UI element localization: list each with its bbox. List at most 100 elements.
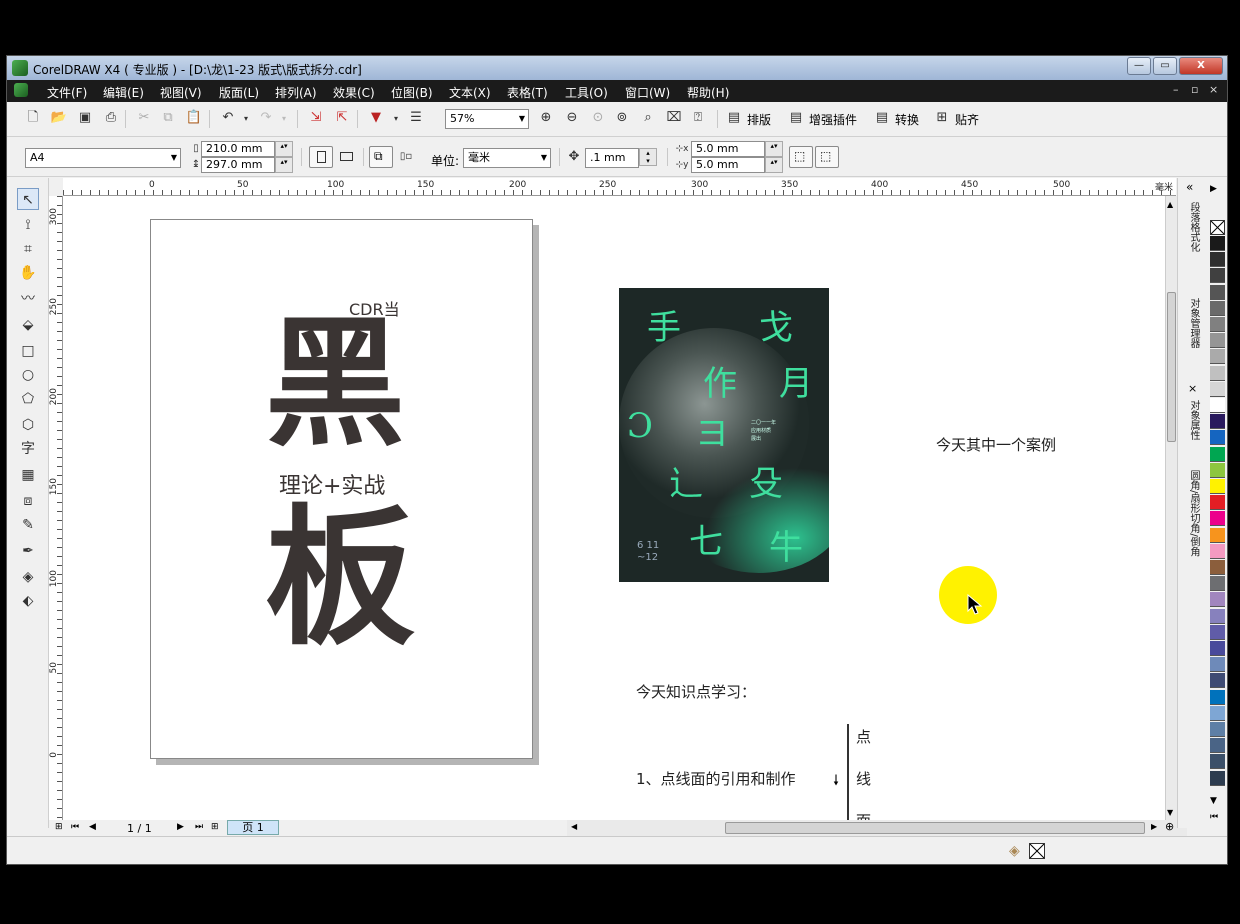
scroll-left-icon[interactable]: ◀ bbox=[571, 822, 577, 831]
doc-restore-button[interactable]: ▫ bbox=[1191, 83, 1198, 96]
last-page-icon[interactable]: ⏭ bbox=[195, 822, 203, 832]
color-swatch[interactable] bbox=[1210, 236, 1225, 251]
zoom-in-icon[interactable]: ⊕ bbox=[537, 109, 555, 127]
duplicate-x-input[interactable]: 5.0 mm bbox=[691, 141, 765, 157]
case-label[interactable]: 今天其中一个案例 bbox=[936, 434, 1056, 455]
nudge-distance-input[interactable]: .1 mm bbox=[585, 148, 639, 168]
title-bar[interactable]: CorelDRAW X4 ( 专业版 ) - [D:\龙\1-23 版式\版式拆… bbox=[7, 56, 1227, 80]
convert-plugin-icon[interactable]: ▤ bbox=[873, 109, 891, 127]
first-page-icon[interactable]: ⏮ bbox=[71, 822, 79, 832]
color-swatch[interactable] bbox=[1210, 754, 1225, 770]
polygon-tool-icon[interactable]: ⬠ bbox=[17, 388, 39, 410]
color-swatch[interactable] bbox=[1210, 462, 1225, 478]
open-folder-icon[interactable]: 📂 bbox=[50, 109, 68, 127]
export-icon[interactable]: ⇱ bbox=[333, 109, 351, 127]
pan-tool-icon[interactable]: ✋ bbox=[17, 262, 39, 284]
layout-plugin-button[interactable]: 排版 bbox=[747, 111, 771, 128]
color-swatch[interactable] bbox=[1210, 543, 1225, 559]
maximize-button[interactable]: ▭ bbox=[1153, 57, 1177, 75]
color-swatch[interactable] bbox=[1210, 689, 1225, 705]
color-swatch[interactable] bbox=[1210, 738, 1225, 754]
zoom-height-icon[interactable]: ⍰ bbox=[689, 109, 707, 127]
menu-tools[interactable]: 工具(O) bbox=[565, 84, 608, 101]
menu-arrange[interactable]: 排列(A) bbox=[275, 84, 317, 101]
horizontal-scroll-thumb[interactable] bbox=[725, 822, 1145, 834]
welcome-screen-icon[interactable]: ☰ bbox=[407, 109, 425, 127]
text-tool-icon[interactable]: 字 bbox=[17, 438, 39, 460]
color-swatch[interactable] bbox=[1210, 268, 1225, 284]
redo-dropdown-icon[interactable]: ▾ bbox=[275, 110, 293, 128]
menu-table[interactable]: 表格(T) bbox=[507, 84, 548, 101]
interactive-blend-tool-icon[interactable]: ⧈ bbox=[17, 490, 39, 512]
color-swatch[interactable] bbox=[1210, 414, 1225, 430]
eyedropper-tool-icon[interactable]: ✎ bbox=[17, 514, 39, 536]
palette-scroll-up-icon[interactable]: ▶ bbox=[1210, 184, 1217, 194]
zoom-page-icon[interactable]: ⌕ bbox=[639, 109, 657, 127]
undo-dropdown-icon[interactable]: ▾ bbox=[237, 110, 255, 128]
page-width-stepper[interactable]: ▴▾ bbox=[275, 141, 293, 157]
color-swatch[interactable] bbox=[1210, 430, 1225, 446]
landscape-button[interactable] bbox=[337, 148, 355, 166]
copy-icon[interactable]: ⧉ bbox=[159, 109, 177, 127]
color-swatch[interactable] bbox=[1210, 624, 1225, 640]
page-tab-1[interactable]: 页 1 bbox=[227, 820, 279, 835]
zoom-selected-icon[interactable]: ⊙ bbox=[589, 109, 607, 127]
minimize-button[interactable]: — bbox=[1127, 57, 1151, 75]
add-page-before-icon[interactable]: ⊞ bbox=[55, 822, 63, 832]
drawing-canvas[interactable]: CDR当 黑 理论+实战 板 手 戈 作 月 Ɔ ヨ 辶 殳 七 牛 二〇一一年… bbox=[63, 196, 1165, 820]
menu-file[interactable]: 文件(F) bbox=[47, 84, 87, 101]
vertical-scrollbar[interactable]: ▲ ▼ bbox=[1165, 196, 1177, 820]
docker-tab-paragraph[interactable]: 段落格式化 bbox=[1187, 202, 1201, 252]
outline-indicator[interactable] bbox=[1029, 843, 1045, 859]
poster-image[interactable]: 手 戈 作 月 Ɔ ヨ 辶 殳 七 牛 二〇一一年 应用材质 展出 6 11 ~… bbox=[619, 288, 829, 582]
scroll-right-icon[interactable]: ▶ bbox=[1151, 822, 1157, 831]
application-launcher-icon[interactable]: ▼ bbox=[367, 109, 385, 127]
color-swatch[interactable] bbox=[1210, 527, 1225, 543]
freehand-tool-icon[interactable]: 〰 bbox=[17, 288, 39, 310]
undo-icon[interactable]: ↶ bbox=[219, 109, 237, 127]
color-swatch[interactable] bbox=[1210, 722, 1225, 737]
menu-window[interactable]: 窗口(W) bbox=[625, 84, 670, 101]
knowledge-label[interactable]: 今天知识点学习： bbox=[636, 681, 756, 702]
color-swatch[interactable] bbox=[1210, 381, 1225, 397]
rectangle-tool-icon[interactable]: □ bbox=[17, 340, 39, 362]
layout-plugin-icon[interactable]: ▤ bbox=[725, 109, 743, 127]
duplicate-x-stepper[interactable]: ▴▾ bbox=[765, 141, 783, 157]
docker-tab-object-properties[interactable]: 对象属性 bbox=[1187, 400, 1201, 440]
color-swatch[interactable] bbox=[1210, 300, 1225, 316]
menu-text[interactable]: 文本(X) bbox=[449, 84, 491, 101]
nudge-stepper[interactable]: ▴ ▾ bbox=[639, 148, 657, 166]
page-height-stepper[interactable]: ▴▾ bbox=[275, 157, 293, 173]
collapse-dockers-icon[interactable]: « bbox=[1186, 180, 1193, 194]
import-icon[interactable]: ⇲ bbox=[307, 109, 325, 127]
new-document-icon[interactable]: 🗋 bbox=[24, 109, 42, 127]
color-swatch[interactable] bbox=[1210, 673, 1225, 689]
navigator-zoom-icon[interactable]: ⊕ bbox=[1165, 820, 1174, 833]
menu-help[interactable]: 帮助(H) bbox=[687, 84, 729, 101]
palette-expand-icon[interactable]: ⏮ bbox=[1210, 812, 1218, 822]
page-big-char-2[interactable]: 板 bbox=[265, 504, 415, 654]
vertical-ruler[interactable]: 300 250 200 150 100 50 0 bbox=[49, 196, 63, 820]
duplicate-y-input[interactable]: 5.0 mm bbox=[691, 157, 765, 173]
horizontal-ruler[interactable]: 0 50 100 150 200 250 300 350 400 450 500… bbox=[63, 178, 1176, 196]
pick-tool-icon[interactable]: ↖ bbox=[17, 188, 39, 210]
docker-close-icon[interactable]: × bbox=[1188, 382, 1197, 395]
basic-shapes-tool-icon[interactable]: ⬡ bbox=[17, 414, 39, 436]
zoom-width-icon[interactable]: ⌧ bbox=[665, 109, 683, 127]
color-swatch[interactable] bbox=[1210, 770, 1225, 786]
fill-tool-icon[interactable]: ◈ bbox=[17, 566, 39, 588]
enhance-plugin-icon[interactable]: ▤ bbox=[787, 109, 805, 127]
add-page-after-icon[interactable]: ⊞ bbox=[211, 822, 219, 832]
close-button[interactable]: X bbox=[1179, 57, 1223, 75]
doc-minimize-button[interactable]: – bbox=[1173, 83, 1179, 96]
table-tool-icon[interactable]: ▦ bbox=[17, 464, 39, 486]
paper-size-select[interactable]: A4 ▼ bbox=[25, 148, 181, 168]
branch-item-point[interactable]: 点 bbox=[856, 726, 871, 747]
all-pages-button[interactable]: ⧉ bbox=[369, 146, 393, 168]
fill-indicator-icon[interactable]: ◈ bbox=[1009, 843, 1020, 859]
duplicate-y-stepper[interactable]: ▴▾ bbox=[765, 157, 783, 173]
smart-fill-tool-icon[interactable]: ⬙ bbox=[17, 314, 39, 336]
document-page[interactable]: CDR当 黑 理论+实战 板 bbox=[150, 219, 533, 759]
knowledge-item-1[interactable]: 1、点线面的引用和制作 bbox=[636, 768, 796, 789]
menu-effects[interactable]: 效果(C) bbox=[333, 84, 375, 101]
